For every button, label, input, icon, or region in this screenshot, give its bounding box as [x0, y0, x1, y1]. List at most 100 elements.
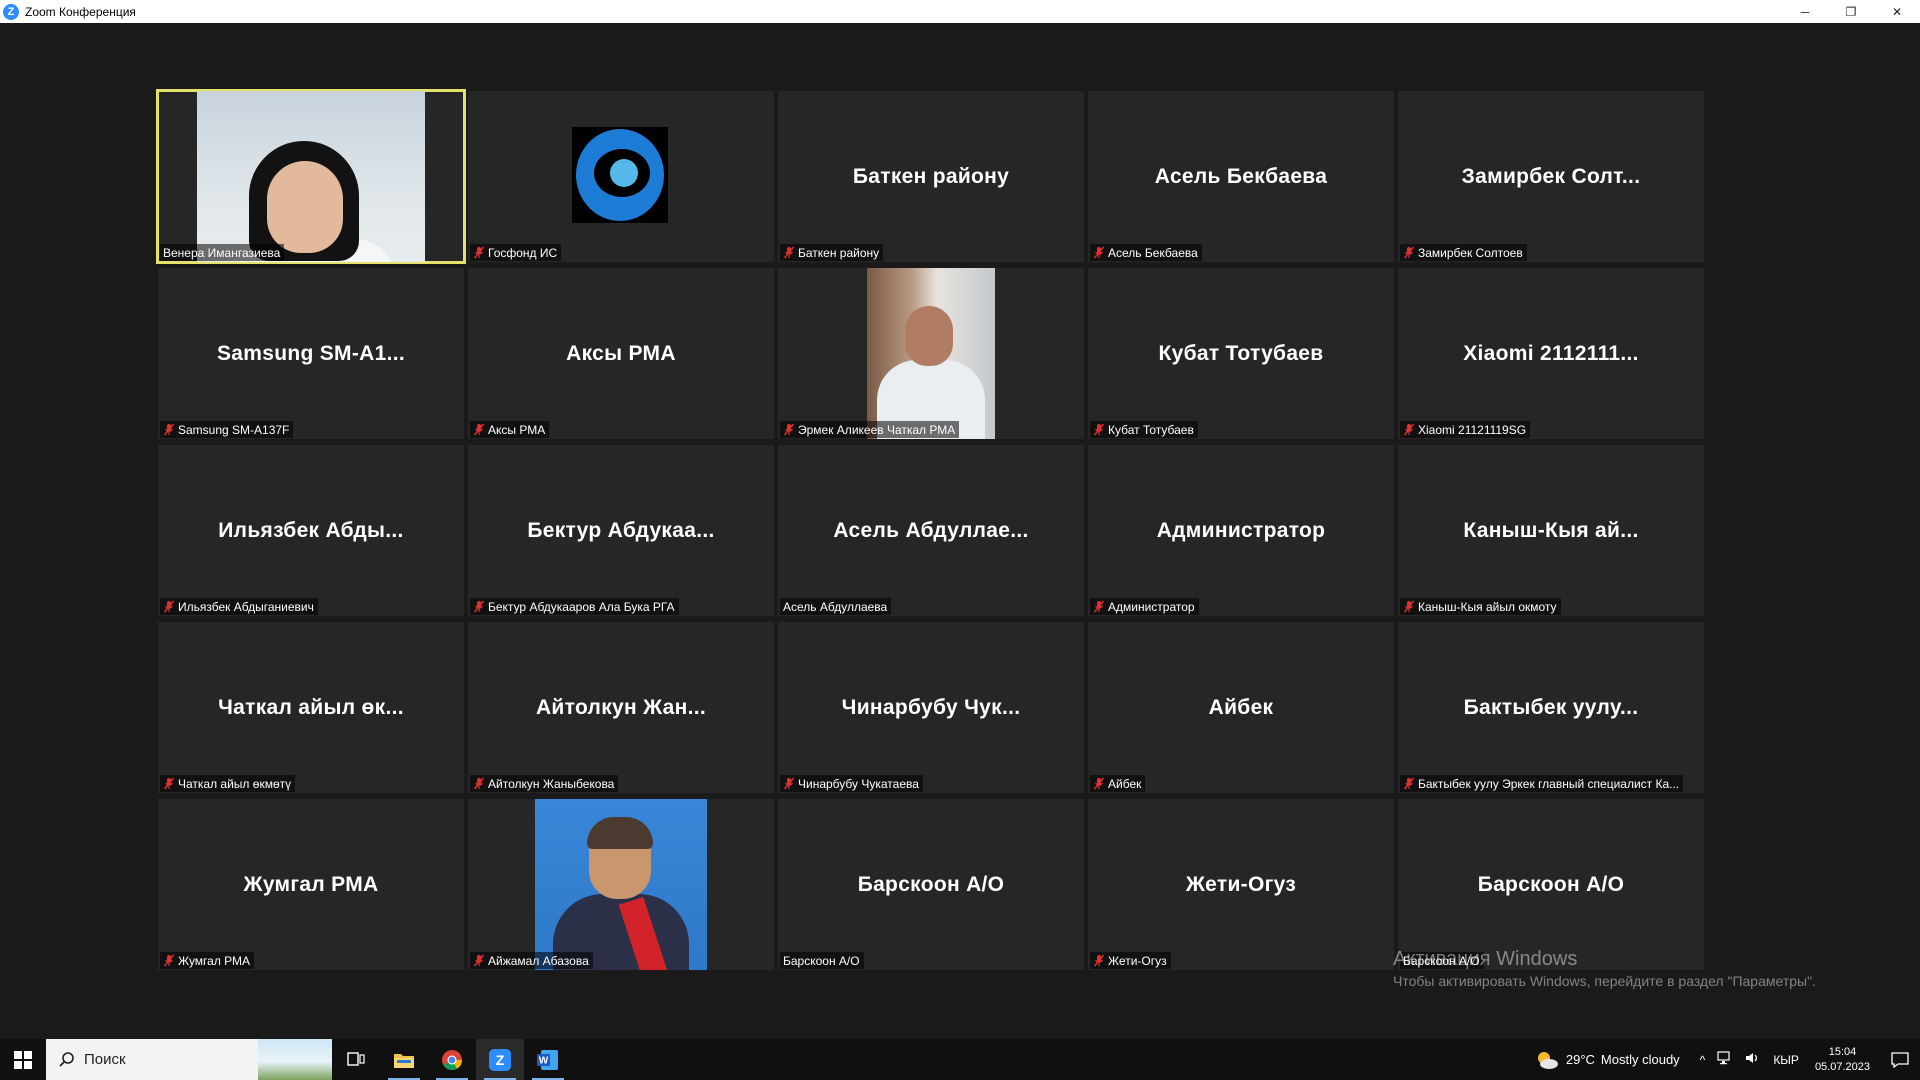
meeting-area: Венера Имангазиева Госфонд ИС Баткен район…: [0, 23, 1920, 1039]
clock-time: 15:04: [1815, 1045, 1870, 1060]
participant-tile[interactable]: Замирбек Солт...Замирбек Солтоев: [1398, 91, 1704, 262]
muted-mic-icon: [1403, 423, 1415, 436]
participant-display-name: Кубат Тотубаев: [1088, 342, 1394, 366]
taskbar-clock[interactable]: 15:04 05.07.2023: [1815, 1045, 1870, 1075]
participant-tile[interactable]: Кубат Тотубаев Кубат Тотубаев: [1088, 268, 1394, 439]
muted-mic-icon: [1403, 246, 1415, 259]
network-icon[interactable]: [1717, 1051, 1733, 1068]
participant-name-label: Асель Бекбаева: [1090, 244, 1202, 261]
participant-name-text: Администратор: [1108, 600, 1195, 614]
participant-name-label: Жети-Огуз: [1090, 952, 1171, 969]
cloudy-weather-icon: [1534, 1050, 1560, 1070]
participant-tile[interactable]: Венера Имангазиева: [158, 91, 464, 262]
participant-tile[interactable]: Ильязбек Абды...Ильязбек Абдыганиевич: [158, 445, 464, 616]
muted-mic-icon: [1093, 777, 1105, 790]
participant-name-label: Эрмек Аликеев Чаткал РМА: [780, 421, 959, 438]
muted-mic-icon: [473, 246, 485, 259]
participant-tile[interactable]: Жумгал РМАЖумгал РМА: [158, 799, 464, 970]
muted-mic-icon: [1403, 600, 1415, 613]
minimize-button[interactable]: ─: [1782, 0, 1828, 23]
taskbar-search[interactable]: Поиск: [46, 1039, 332, 1080]
search-placeholder: Поиск: [84, 1051, 126, 1068]
chrome-icon[interactable]: [428, 1039, 476, 1080]
participant-tile[interactable]: Xiaomi 2112111... Xiaomi 21121119SG: [1398, 268, 1704, 439]
weather-desc: Mostly cloudy: [1601, 1052, 1680, 1067]
participant-tile[interactable]: Каныш-Кыя ай...Каныш-Кыя айыл окмоту: [1398, 445, 1704, 616]
participant-tile[interactable]: Айжамал Абазова: [468, 799, 774, 970]
input-language[interactable]: КЫР: [1773, 1053, 1799, 1067]
volume-icon[interactable]: [1745, 1051, 1761, 1068]
word-icon[interactable]: W: [524, 1039, 572, 1080]
window-title: Zoom Конференция: [25, 5, 136, 19]
participant-tile[interactable]: Чаткал айыл өк...Чаткал айыл өкмөтү: [158, 622, 464, 793]
windows-taskbar: Поиск Z W 29°C Mostly cloudy ^ КЫР 15:04…: [0, 1039, 1920, 1080]
participant-name-text: Бактыбек уулу Эркек главный специалист К…: [1418, 777, 1679, 791]
muted-mic-icon: [473, 423, 485, 436]
muted-mic-icon: [163, 777, 175, 790]
participant-display-name: Чинарбубу Чук...: [778, 696, 1084, 720]
restore-button[interactable]: ❐: [1828, 0, 1874, 23]
participant-tile[interactable]: Барскоон А/ОБарскоон А/О: [778, 799, 1084, 970]
participant-name-label: Замирбек Солтоев: [1400, 244, 1527, 261]
weather-temp: 29°C: [1566, 1052, 1595, 1067]
participant-display-name: Барскоон А/О: [778, 873, 1084, 897]
task-view-icon[interactable]: [332, 1039, 380, 1080]
participant-name-text: Асель Бекбаева: [1108, 246, 1198, 260]
windows-activation-watermark: Активация Windows Чтобы активировать Win…: [1393, 948, 1816, 989]
muted-mic-icon: [473, 954, 485, 967]
muted-mic-icon: [473, 600, 485, 613]
participant-tile[interactable]: Бактыбек уулу...Бактыбек уулу Эркек глав…: [1398, 622, 1704, 793]
participant-tile[interactable]: Айтолкун Жан...Айтолкун Жаныбекова: [468, 622, 774, 793]
participant-name-text: Каныш-Кыя айыл окмоту: [1418, 600, 1557, 614]
participant-display-name: Асель Бекбаева: [1088, 165, 1394, 189]
participant-name-text: Госфонд ИС: [488, 246, 557, 260]
participant-name-text: Кубат Тотубаев: [1108, 423, 1194, 437]
participant-display-name: Баткен району: [778, 165, 1084, 189]
participant-tile[interactable]: Аксы РМА Аксы РМА: [468, 268, 774, 439]
participant-display-name: Жети-Огуз: [1088, 873, 1394, 897]
participant-tile[interactable]: АдминистраторАдминистратор: [1088, 445, 1394, 616]
participant-tile[interactable]: Асель Бекбаева Асель Бекбаева: [1088, 91, 1394, 262]
participant-display-name: Айбек: [1088, 696, 1394, 720]
participant-name-label: Венера Имангазиева: [160, 244, 284, 261]
participant-tile[interactable]: Эрмек Аликеев Чаткал РМА: [778, 268, 1084, 439]
start-button[interactable]: [0, 1039, 46, 1080]
participant-tile[interactable]: Чинарбубу Чук... Чинарбубу Чукатаева: [778, 622, 1084, 793]
participant-name-label: Samsung SM-A137F: [160, 421, 293, 438]
muted-mic-icon: [163, 600, 175, 613]
close-button[interactable]: ✕: [1874, 0, 1920, 23]
participant-name-label: Ильязбек Абдыганиевич: [160, 598, 318, 615]
svg-text:Z: Z: [496, 1052, 505, 1068]
window-titlebar: Z Zoom Конференция ─ ❐ ✕: [0, 0, 1920, 23]
participant-display-name: Айтолкун Жан...: [468, 696, 774, 720]
participant-tile[interactable]: Баткен району Баткен району: [778, 91, 1084, 262]
participant-display-name: Samsung SM-A1...: [158, 342, 464, 366]
participant-tile[interactable]: Жети-Огуз Жети-Огуз: [1088, 799, 1394, 970]
notification-center-icon[interactable]: [1880, 1052, 1920, 1068]
participant-tile[interactable]: Асель Абдуллае...Асель Абдуллаева: [778, 445, 1084, 616]
participant-tile[interactable]: Госфонд ИС: [468, 91, 774, 262]
participant-name-text: Замирбек Солтоев: [1418, 246, 1523, 260]
weather-widget[interactable]: 29°C Mostly cloudy: [1534, 1050, 1680, 1070]
participant-tile[interactable]: Барскоон А/ОБарскоон А/О: [1398, 799, 1704, 970]
zoom-icon[interactable]: Z: [476, 1039, 524, 1080]
participant-tile[interactable]: Samsung SM-A1... Samsung SM-A137F: [158, 268, 464, 439]
muted-mic-icon: [1093, 246, 1105, 259]
participant-display-name: Xiaomi 2112111...: [1398, 342, 1704, 366]
participant-name-text: Чинарбубу Чукатаева: [798, 777, 919, 791]
participant-logo-icon: [572, 127, 668, 223]
zoom-app-icon: Z: [3, 4, 19, 20]
file-explorer-icon[interactable]: [380, 1039, 428, 1080]
participant-name-text: Айжамал Абазова: [488, 954, 589, 968]
participant-name-text: Xiaomi 21121119SG: [1418, 423, 1526, 437]
participant-name-text: Венера Имангазиева: [163, 246, 280, 260]
participant-name-text: Баткен району: [798, 246, 879, 260]
participant-tile[interactable]: Бектур Абдукаа...Бектур Абдукааров Ала Б…: [468, 445, 774, 616]
participant-name-label: Аксы РМА: [470, 421, 549, 438]
muted-mic-icon: [163, 423, 175, 436]
chevron-up-icon[interactable]: ^: [1700, 1053, 1706, 1067]
participant-tile[interactable]: АйбекАйбек: [1088, 622, 1394, 793]
participant-name-label: Каныш-Кыя айыл окмоту: [1400, 598, 1561, 615]
participant-display-name: Аксы РМА: [468, 342, 774, 366]
muted-mic-icon: [1093, 600, 1105, 613]
